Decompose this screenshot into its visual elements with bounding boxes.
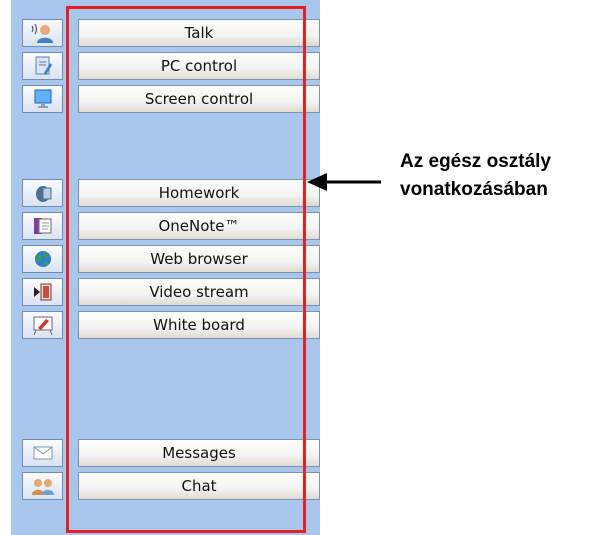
talk-icon-button[interactable] (22, 19, 63, 47)
toolbar-row-messages: Messages (22, 439, 320, 467)
homework-icon (35, 186, 51, 202)
pc-control-button[interactable]: PC control (78, 52, 320, 80)
arrow-left-icon (307, 173, 381, 191)
annotation-line-2: vonatkozásában (400, 179, 548, 200)
screen-control-icon-button[interactable] (22, 85, 63, 113)
web-browser-button[interactable]: Web browser (78, 245, 320, 273)
video-stream-icon (33, 283, 51, 301)
messages-button[interactable]: Messages (78, 439, 320, 467)
messages-icon (33, 446, 52, 460)
chat-button[interactable]: Chat (78, 472, 320, 500)
pc-control-icon-button[interactable] (22, 52, 63, 80)
white-board-icon-button[interactable] (22, 311, 63, 339)
toolbar-group-activities: Homework OneNote™ Web browser Video stre… (22, 179, 320, 344)
homework-button[interactable]: Homework (78, 179, 320, 207)
toolbar-row-pc-control: PC control (22, 52, 320, 80)
toolbar-row-screen-control: Screen control (22, 85, 320, 113)
annotation-text: Az egész osztály vonatkozásában (400, 148, 551, 204)
toolbar-row-onenote: OneNote™ (22, 212, 320, 240)
toolbar-group-messaging: Messages Chat (22, 439, 320, 505)
video-stream-icon-button[interactable] (22, 278, 63, 306)
chat-icon (31, 479, 54, 495)
toolbar-row-chat: Chat (22, 472, 320, 500)
onenote-icon (33, 218, 51, 234)
toolbar-row-talk: Talk (22, 19, 320, 47)
chat-icon-button[interactable] (22, 472, 63, 500)
web-browser-icon-button[interactable] (22, 245, 63, 273)
messages-icon-button[interactable] (22, 439, 63, 467)
talk-icon (30, 23, 53, 43)
toolbar-row-white-board: White board (22, 311, 320, 339)
white-board-icon (33, 316, 52, 336)
annotation-line-1: Az egész osztály (400, 151, 551, 172)
talk-button[interactable]: Talk (78, 19, 320, 47)
onenote-button[interactable]: OneNote™ (78, 212, 320, 240)
homework-icon-button[interactable] (22, 179, 63, 207)
toolbar-group-communication: Talk PC control Screen control (22, 19, 320, 118)
screen-control-button[interactable]: Screen control (78, 85, 320, 113)
video-stream-button[interactable]: Video stream (78, 278, 320, 306)
toolbar-row-video-stream: Video stream (22, 278, 320, 306)
pc-control-icon (35, 56, 52, 75)
web-browser-icon (34, 251, 51, 267)
toolbar-row-homework: Homework (22, 179, 320, 207)
screen-control-icon (34, 89, 51, 108)
onenote-icon-button[interactable] (22, 212, 63, 240)
white-board-button[interactable]: White board (78, 311, 320, 339)
toolbar-row-web-browser: Web browser (22, 245, 320, 273)
